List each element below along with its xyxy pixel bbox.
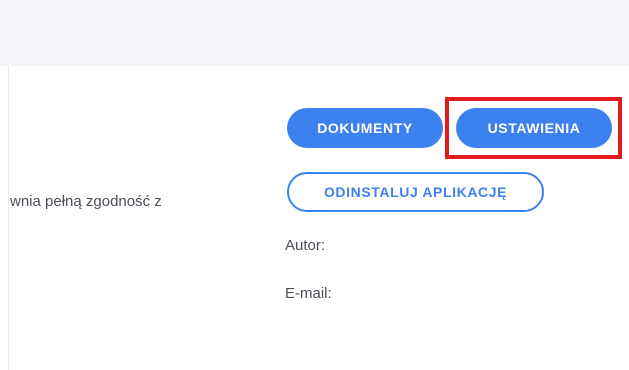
app-description-text: wnia pełną zgodność z: [10, 193, 162, 210]
email-label: E-mail:: [285, 285, 332, 302]
top-bar: [0, 0, 629, 66]
documents-button[interactable]: DOKUMENTY: [287, 108, 443, 148]
settings-button[interactable]: USTAWIENIA: [456, 108, 612, 148]
uninstall-app-button[interactable]: ODINSTALUJ APLIKACJĘ: [287, 172, 544, 212]
author-label: Autor:: [285, 237, 326, 254]
